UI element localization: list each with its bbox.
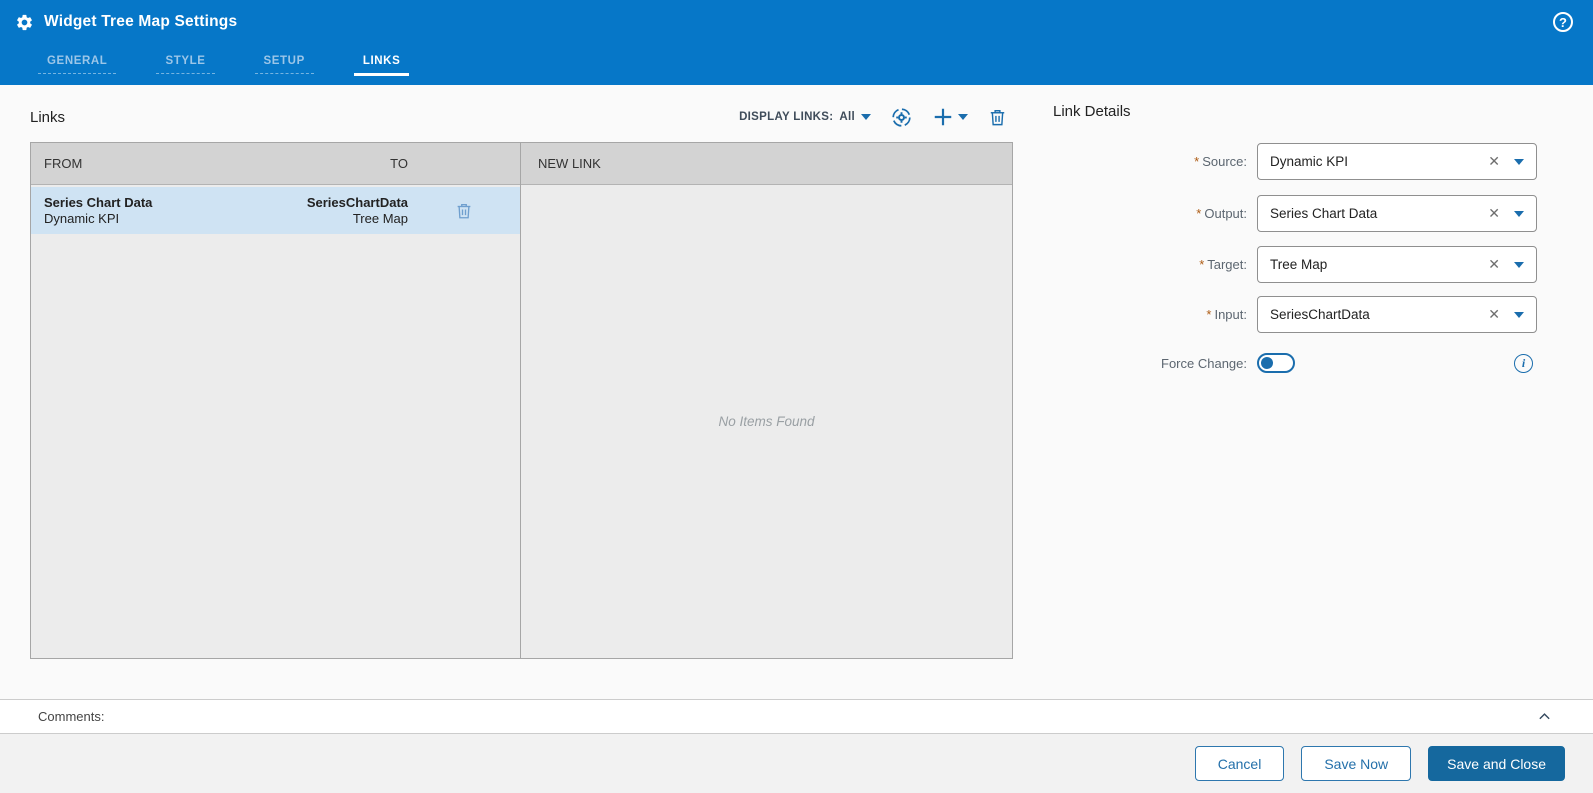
links-section-title: Links — [30, 108, 66, 126]
save-and-close-button[interactable]: Save and Close — [1428, 746, 1565, 781]
save-now-button[interactable]: Save Now — [1301, 746, 1412, 781]
force-change-row: Force Change: i — [1053, 353, 1533, 373]
required-marker: * — [1199, 257, 1205, 272]
plus-icon — [934, 108, 952, 126]
chevron-down-icon[interactable] — [1514, 311, 1524, 318]
display-links-dropdown[interactable]: DISPLAY LINKS: All — [739, 111, 871, 123]
help-icon[interactable]: ? — [1553, 12, 1573, 32]
comments-label: Comments: — [38, 709, 105, 724]
trash-icon — [457, 203, 471, 218]
chevron-up-icon[interactable] — [1536, 710, 1553, 724]
input-label: * Input: — [1206, 307, 1247, 322]
column-header-from: FROM — [44, 156, 83, 171]
cancel-button[interactable]: Cancel — [1194, 746, 1285, 781]
new-link-empty-area: No Items Found — [521, 185, 1012, 658]
existing-links-pane: FROM TO Series Chart Data Dynamic KPI Se… — [31, 143, 521, 658]
output-select[interactable]: Series Chart Data ✕ — [1257, 195, 1537, 232]
link-to-input: SeriesChartData — [306, 194, 408, 210]
tab-setup[interactable]: SETUP — [254, 44, 315, 81]
link-from-output: Series Chart Data — [44, 194, 153, 210]
target-label: * Target: — [1199, 257, 1247, 272]
input-select[interactable]: SeriesChartData ✕ — [1257, 296, 1537, 333]
force-change-toggle[interactable] — [1257, 353, 1295, 373]
new-link-pane: NEW LINK No Items Found — [521, 143, 1012, 658]
dialog-title: Widget Tree Map Settings — [44, 13, 238, 30]
target-value: Tree Map — [1270, 257, 1328, 272]
source-field-row: * Source: Dynamic KPI ✕ — [1053, 143, 1537, 180]
target-field-row: * Target: Tree Map ✕ — [1053, 246, 1537, 283]
link-details-title: Link Details — [1053, 103, 1131, 120]
comments-bar: Comments: — [0, 699, 1593, 734]
output-label: * Output: — [1196, 206, 1247, 221]
links-header-bar: Links DISPLAY LINKS: All — [30, 101, 1013, 133]
footer-bar: Cancel Save Now Save and Close — [0, 734, 1593, 793]
input-field-row: * Input: SeriesChartData ✕ — [1053, 296, 1537, 333]
no-items-found-text: No Items Found — [718, 414, 815, 429]
link-row-selected[interactable]: Series Chart Data Dynamic KPI SeriesChar… — [31, 187, 520, 234]
source-select[interactable]: Dynamic KPI ✕ — [1257, 143, 1537, 180]
chevron-down-icon[interactable] — [1514, 158, 1524, 165]
output-field-row: * Output: Series Chart Data ✕ — [1053, 195, 1537, 232]
new-link-header: NEW LINK — [521, 143, 1012, 185]
required-marker: * — [1196, 206, 1202, 221]
links-list: Series Chart Data Dynamic KPI SeriesChar… — [31, 185, 520, 658]
titlebar: Widget Tree Map Settings ? — [0, 0, 1593, 44]
force-change-label: Force Change: — [1161, 355, 1247, 371]
source-value: Dynamic KPI — [1270, 154, 1349, 169]
clear-icon[interactable]: ✕ — [1482, 205, 1514, 222]
column-header-to: TO — [390, 156, 408, 171]
links-toolbar: DISPLAY LINKS: All — [739, 106, 1013, 128]
info-icon[interactable]: i — [1514, 353, 1533, 373]
tab-general[interactable]: GENERAL — [38, 44, 117, 81]
required-marker: * — [1206, 307, 1212, 322]
settings-gear-icon — [15, 13, 34, 32]
add-link-button[interactable] — [932, 106, 968, 128]
column-header-new-link: NEW LINK — [538, 156, 601, 171]
chevron-down-icon[interactable] — [1514, 210, 1524, 217]
clear-icon[interactable]: ✕ — [1482, 153, 1514, 170]
link-details-panel: Link Details * Source: Dynamic KPI ✕ * Out… — [1053, 85, 1537, 645]
tab-style[interactable]: STYLE — [156, 44, 215, 81]
tab-bar: GENERAL STYLE SETUP LINKS — [0, 44, 1593, 85]
link-from-cell: Series Chart Data Dynamic KPI — [31, 195, 242, 227]
link-to-cell: SeriesChartData Tree Map — [242, 195, 408, 227]
clear-icon[interactable]: ✕ — [1482, 256, 1514, 273]
link-to-widget: Tree Map — [352, 210, 408, 226]
required-marker: * — [1194, 154, 1200, 169]
links-table-header: FROM TO — [31, 143, 520, 185]
tab-links[interactable]: LINKS — [353, 44, 410, 81]
display-links-label: DISPLAY LINKS: — [739, 111, 834, 123]
input-value: SeriesChartData — [1270, 307, 1370, 322]
links-table: FROM TO Series Chart Data Dynamic KPI Se… — [30, 142, 1013, 659]
display-links-value: All — [839, 111, 855, 123]
clear-icon[interactable]: ✕ — [1482, 306, 1514, 323]
source-label: * Source: — [1194, 154, 1247, 169]
link-from-widget: Dynamic KPI — [44, 210, 120, 226]
delete-link-row-button[interactable] — [408, 202, 520, 220]
target-select[interactable]: Tree Map ✕ — [1257, 246, 1537, 283]
chevron-down-icon[interactable] — [1514, 261, 1524, 268]
chevron-down-icon — [958, 114, 968, 120]
links-tab-content: Links DISPLAY LINKS: All FROM TO Series … — [0, 85, 1593, 699]
delete-links-icon[interactable] — [988, 108, 1007, 127]
toggle-knob — [1261, 357, 1273, 369]
chevron-down-icon — [861, 114, 871, 120]
auto-link-icon[interactable] — [891, 107, 912, 128]
widget-settings-dialog: Widget Tree Map Settings ? GENERAL STYLE… — [0, 0, 1593, 793]
output-value: Series Chart Data — [1270, 206, 1378, 221]
